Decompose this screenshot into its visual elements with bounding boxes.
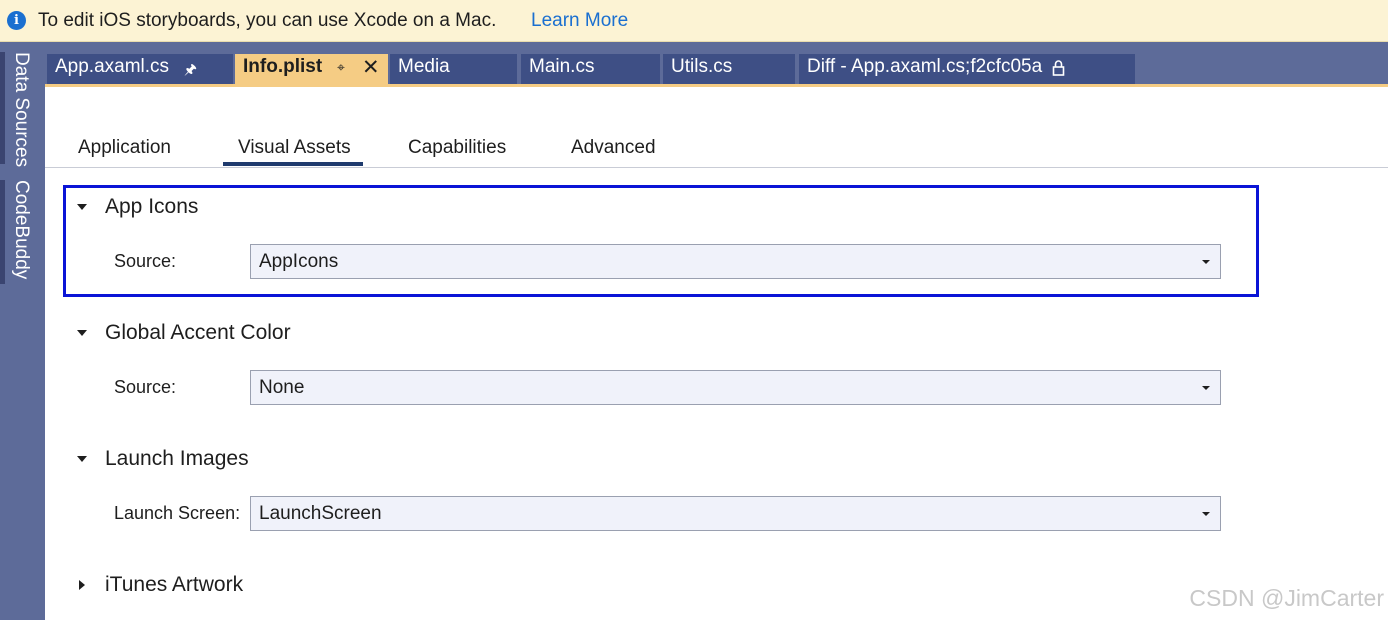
section-title: iTunes Artwork xyxy=(105,573,244,596)
dropdown-value: LaunchScreen xyxy=(259,503,382,524)
dropdown-arrow-icon xyxy=(1202,512,1210,516)
dropdown-arrow-icon xyxy=(1202,260,1210,264)
learn-more-link[interactable]: Learn More xyxy=(531,10,628,32)
info-icon: i xyxy=(7,11,26,30)
subtab-advanced[interactable]: Advanced xyxy=(571,137,656,159)
tab-main-cs[interactable]: Main.cs xyxy=(521,54,660,86)
close-icon[interactable]: ✕ xyxy=(362,55,380,80)
highlight-annotation xyxy=(63,185,1259,297)
info-bar: i To edit iOS storyboards, you can use X… xyxy=(0,0,1388,42)
pin-icon[interactable]: ⌖ xyxy=(337,59,345,76)
accent-color-source-dropdown[interactable]: None xyxy=(250,370,1221,405)
section-title: Global Accent Color xyxy=(105,321,291,344)
subtab-visual-assets[interactable]: Visual Assets xyxy=(238,137,351,159)
codebuddy-tab-indicator xyxy=(0,180,5,284)
tab-app-axaml-cs[interactable]: App.axaml.cs 🖈︎ xyxy=(47,54,233,86)
dropdown-arrow-icon xyxy=(1202,386,1210,390)
chevron-down-icon xyxy=(77,456,87,463)
tab-label: Main.cs xyxy=(529,56,595,77)
tab-label: Diff - App.axaml.cs;f2cfc05a xyxy=(807,56,1043,77)
section-title: App Icons xyxy=(105,195,199,218)
chevron-down-icon xyxy=(77,204,87,211)
tab-utils-cs[interactable]: Utils.cs xyxy=(663,54,795,86)
section-title: Launch Images xyxy=(105,447,249,470)
tab-media[interactable]: Media xyxy=(390,54,517,86)
plist-editor: Application Visual Assets Capabilities A… xyxy=(45,87,1388,620)
data-sources-tab[interactable]: Data Sources xyxy=(8,52,32,167)
app-icons-source-label: Source: xyxy=(114,251,177,271)
dropdown-value: AppIcons xyxy=(259,251,339,272)
tab-label: Utils.cs xyxy=(671,56,733,77)
info-message: To edit iOS storyboards, you can use Xco… xyxy=(38,10,497,31)
left-tool-strip: Data Sources CodeBuddy xyxy=(0,42,45,620)
launch-screen-dropdown[interactable]: LaunchScreen xyxy=(250,496,1221,531)
tab-label: Media xyxy=(398,56,450,77)
app-icons-source-dropdown[interactable]: AppIcons xyxy=(250,244,1221,279)
lock-icon xyxy=(1052,60,1065,76)
subtab-capabilities[interactable]: Capabilities xyxy=(408,137,506,159)
watermark: CSDN @JimCarter xyxy=(1189,585,1384,611)
dropdown-value: None xyxy=(259,377,305,398)
section-itunes-artwork-header[interactable]: iTunes Artwork xyxy=(75,573,243,597)
selected-subtab-indicator xyxy=(223,162,363,166)
launch-screen-label: Launch Screen: xyxy=(114,503,241,523)
tab-diff-app-axaml-cs[interactable]: Diff - App.axaml.cs;f2cfc05a xyxy=(799,54,1135,86)
subtab-divider xyxy=(45,167,1388,168)
tab-label: App.axaml.cs xyxy=(55,56,170,77)
chevron-right-icon xyxy=(79,580,85,591)
codebuddy-tab[interactable]: CodeBuddy xyxy=(8,180,32,279)
tab-info-plist[interactable]: Info.plist ⌖ ✕ xyxy=(235,54,388,86)
subtab-application[interactable]: Application xyxy=(78,137,171,159)
section-global-accent-color-header[interactable]: Global Accent Color xyxy=(75,321,291,345)
accent-color-source-label: Source: xyxy=(114,377,177,397)
data-sources-tab-indicator xyxy=(0,52,5,164)
section-launch-images-header[interactable]: Launch Images xyxy=(75,447,249,471)
document-tab-bar: App.axaml.cs 🖈︎ Info.plist ⌖ ✕ Media Mai… xyxy=(45,42,1388,86)
section-app-icons-header[interactable]: App Icons xyxy=(75,195,198,219)
chevron-down-icon xyxy=(77,330,87,337)
tab-label: Info.plist xyxy=(243,56,323,77)
pin-icon[interactable]: 🖈︎ xyxy=(184,59,197,83)
